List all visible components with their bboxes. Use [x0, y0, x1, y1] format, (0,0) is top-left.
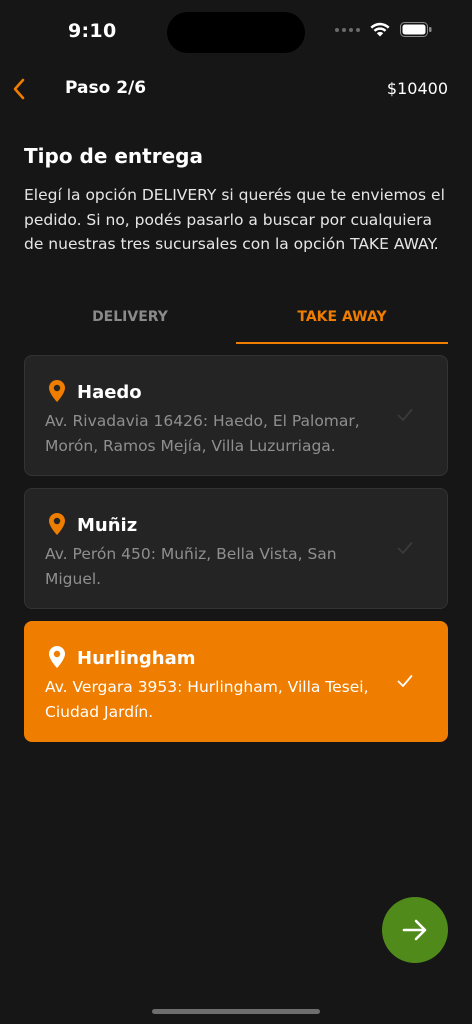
- check-icon: [397, 675, 413, 687]
- dynamic-island: [167, 12, 305, 53]
- tab-delivery[interactable]: DELIVERY: [24, 300, 236, 344]
- status-icons: [335, 22, 432, 37]
- page-description: Elegí la opción DELIVERY si querés que t…: [24, 186, 445, 253]
- next-step-button[interactable]: [382, 897, 448, 963]
- branch-card-hurlingham[interactable]: Hurlingham Av. Vergara 3953: Hurlingham,…: [24, 621, 448, 742]
- branch-address: Av. Rivadavia 16426: Haedo, El Palomar, …: [45, 412, 360, 455]
- branch-address: Av. Vergara 3953: Hurlingham, Villa Tese…: [45, 678, 369, 721]
- branch-card-muniz[interactable]: Muñiz Av. Perón 450: Muñiz, Bella Vista,…: [24, 488, 448, 609]
- nav-bar: Paso 2/6 $10400: [0, 64, 472, 114]
- map-pin-icon: [49, 380, 65, 402]
- branch-address: Av. Perón 450: Muñiz, Bella Vista, San M…: [45, 545, 337, 588]
- cellular-signal-icon: [335, 27, 360, 32]
- battery-icon: [400, 22, 432, 37]
- order-total: $10400: [386, 79, 448, 98]
- back-button[interactable]: [4, 74, 34, 104]
- branch-card-haedo[interactable]: Haedo Av. Rivadavia 16426: Haedo, El Pal…: [24, 355, 448, 476]
- chevron-left-icon: [13, 78, 25, 100]
- status-bar: 9:10: [0, 0, 472, 64]
- arrow-right-icon: [402, 919, 427, 941]
- branch-name: Haedo: [77, 382, 142, 403]
- wifi-icon: [370, 22, 390, 37]
- status-time: 9:10: [68, 20, 117, 42]
- check-icon: [397, 409, 413, 421]
- map-pin-icon: [49, 646, 65, 668]
- home-indicator: [152, 1009, 320, 1014]
- map-pin-icon: [49, 513, 65, 535]
- tab-take-away[interactable]: TAKE AWAY: [236, 300, 448, 344]
- branch-name: Muñiz: [77, 515, 138, 536]
- step-title: Paso 2/6: [65, 78, 147, 98]
- branch-name: Hurlingham: [77, 648, 196, 669]
- delivery-type-tabs: DELIVERY TAKE AWAY: [24, 300, 448, 344]
- check-icon: [397, 542, 413, 554]
- page-title: Tipo de entrega: [24, 144, 203, 168]
